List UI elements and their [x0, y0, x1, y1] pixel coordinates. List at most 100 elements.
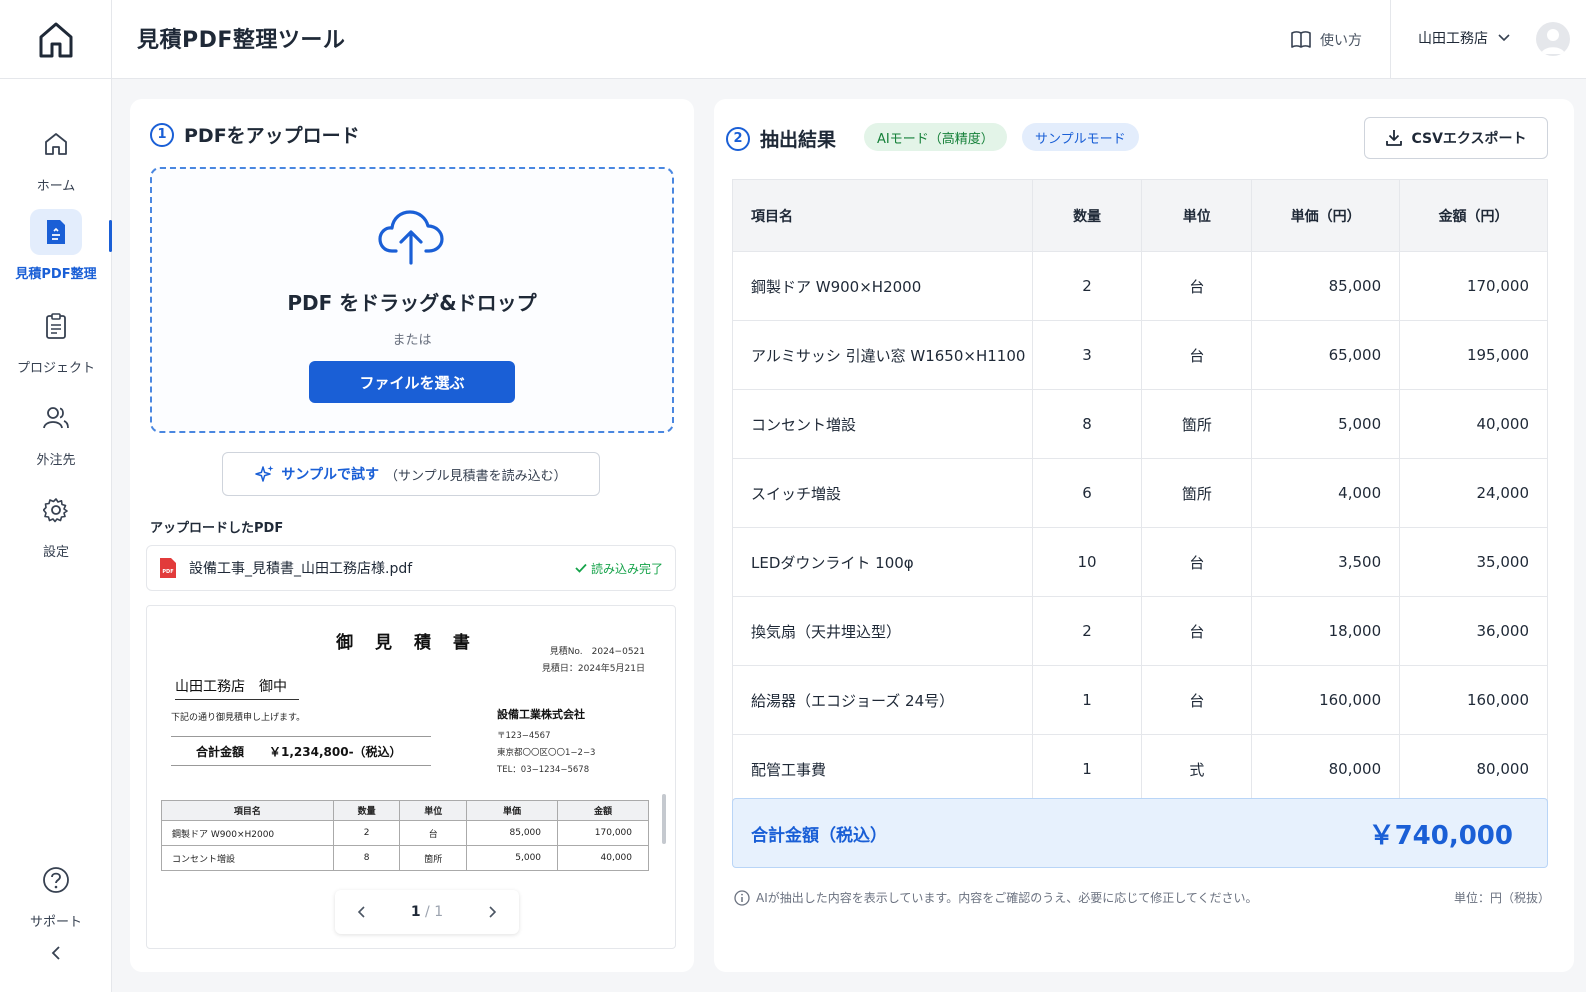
check-icon: [575, 563, 587, 573]
table-row[interactable]: スイッチ増設 6 箇所 4,000 24,000: [732, 458, 1548, 528]
next-page-icon[interactable]: [487, 905, 497, 919]
collapse-sidebar-button[interactable]: [44, 941, 68, 965]
doc-table-row: 鋼製ドア W900×H2000 2 台 85,000 170,000: [161, 820, 649, 846]
sidebar-item-label: プロジェクト: [16, 361, 95, 376]
total-label: 合計金額（税込）: [751, 825, 887, 846]
doc-supplier: 設備工業株式会社: [497, 708, 585, 721]
csv-export-button[interactable]: CSVエクスポート: [1364, 117, 1548, 159]
cell-unit[interactable]: 台: [1141, 596, 1253, 666]
sparkle-icon: [255, 465, 274, 482]
results-section-title: 2 抽出結果: [726, 125, 836, 152]
cell-unit[interactable]: 箇所: [1141, 458, 1253, 528]
sidebar-item-support[interactable]: サポート: [0, 857, 112, 930]
pdf-dropzone[interactable]: PDF をドラッグ&ドロップ または ファイルを選ぶ: [150, 167, 674, 433]
howto-link[interactable]: 使い方: [1290, 26, 1362, 54]
file-status-text: 読み込み完了: [590, 561, 663, 576]
cell-price[interactable]: 160,000: [1251, 665, 1401, 735]
choose-file-button[interactable]: ファイルを選ぶ: [309, 361, 515, 403]
cell-amount[interactable]: 80,000: [1399, 734, 1548, 804]
cell-amount[interactable]: 24,000: [1399, 458, 1548, 528]
logo[interactable]: [0, 0, 112, 79]
cell-amount[interactable]: 40,000: [1399, 389, 1548, 459]
doc-th: 単位: [399, 800, 468, 821]
col-header-amount[interactable]: 金額（円）: [1399, 179, 1548, 252]
cell-name[interactable]: 給湯器（エコジョーズ 24号）: [732, 665, 1033, 735]
cell-amount[interactable]: 195,000: [1399, 320, 1548, 390]
cell-name[interactable]: コンセント増設: [732, 389, 1033, 459]
cell-unit[interactable]: 箇所: [1141, 389, 1253, 459]
cloud-upload-icon: [378, 210, 444, 265]
cell-qty[interactable]: 10: [1031, 527, 1143, 597]
preview-scrollbar[interactable]: [662, 794, 666, 844]
cell-qty[interactable]: 8: [1031, 389, 1143, 459]
cell-qty[interactable]: 2: [1031, 596, 1143, 666]
cell-price[interactable]: 80,000: [1251, 734, 1401, 804]
info-icon: [734, 889, 750, 906]
table-row[interactable]: 換気扇（天井埋込型） 2 台 18,000 36,000: [732, 596, 1548, 666]
sidebar-item-label: ホーム: [36, 179, 76, 194]
cell-amount[interactable]: 170,000: [1399, 251, 1548, 321]
cell-name[interactable]: アルミサッシ 引違い窓 W1650×H1100: [732, 320, 1033, 390]
cell-name[interactable]: 配管工事費: [732, 734, 1033, 804]
cell-unit[interactable]: 台: [1141, 527, 1253, 597]
csv-export-label: CSVエクスポート: [1411, 131, 1527, 147]
cell-qty[interactable]: 1: [1031, 734, 1143, 804]
cell-price[interactable]: 85,000: [1251, 251, 1401, 321]
cell-price[interactable]: 18,000: [1251, 596, 1401, 666]
prev-page-icon[interactable]: [357, 905, 367, 919]
col-header-price[interactable]: 単価（円）: [1251, 179, 1401, 252]
cell-name[interactable]: LEDダウンライト 100φ: [732, 527, 1033, 597]
help-icon: [43, 867, 69, 893]
col-header-qty[interactable]: 数量: [1031, 179, 1143, 252]
cell-qty[interactable]: 3: [1031, 320, 1143, 390]
doc-td: 40,000: [557, 845, 649, 871]
table-row[interactable]: LEDダウンライト 100φ 10 台 3,500 35,000: [732, 527, 1548, 597]
sidebar-item-vendor[interactable]: 外注先: [0, 395, 112, 468]
cell-qty[interactable]: 1: [1031, 665, 1143, 735]
uploaded-file-item[interactable]: PDF 設備工事_見積書_山田工務店様.pdf 読み込み完了: [146, 545, 676, 591]
upload-section-title: 1 PDFをアップロード: [150, 121, 360, 148]
cell-price[interactable]: 4,000: [1251, 458, 1401, 528]
header-divider: [1390, 0, 1391, 79]
file-status: 読み込み完了: [575, 560, 663, 577]
table-row[interactable]: コンセント増設 8 箇所 5,000 40,000: [732, 389, 1548, 459]
cell-name[interactable]: 換気扇（天井埋込型）: [732, 596, 1033, 666]
cell-amount[interactable]: 35,000: [1399, 527, 1548, 597]
pdf-preview[interactable]: 御 見 積 書 見積No. 2024−0521 見積日：2024年5月21日 山…: [146, 605, 676, 949]
col-header-name[interactable]: 項目名: [732, 179, 1033, 252]
sidebar-item-project[interactable]: プロジェクト: [0, 303, 112, 376]
doc-addr-line: 東京都〇〇区〇〇1−2−3: [497, 748, 596, 758]
table-row[interactable]: 給湯器（エコジョーズ 24号） 1 台 160,000 160,000: [732, 665, 1548, 735]
download-icon: [1386, 130, 1403, 146]
cell-name[interactable]: 鋼製ドア W900×H2000: [732, 251, 1033, 321]
company-switcher[interactable]: 山田工務店: [1418, 28, 1510, 48]
doc-address: 〒123−4567 東京都〇〇区〇〇1−2−3 TEL：03−1234−5678: [497, 728, 595, 779]
col-header-unit[interactable]: 単位: [1141, 179, 1253, 252]
cell-unit[interactable]: 台: [1141, 665, 1253, 735]
table-row[interactable]: アルミサッシ 引違い窓 W1650×H1100 3 台 65,000 195,0…: [732, 320, 1548, 390]
sidebar-item-home[interactable]: ホーム: [0, 121, 112, 194]
cell-unit[interactable]: 式: [1141, 734, 1253, 804]
try-sample-button[interactable]: サンプルで試す （サンプル見積書を読み込む）: [222, 452, 600, 496]
cell-unit[interactable]: 台: [1141, 320, 1253, 390]
doc-td: 8: [332, 845, 401, 871]
cell-price[interactable]: 5,000: [1251, 389, 1401, 459]
cell-price[interactable]: 65,000: [1251, 320, 1401, 390]
cell-unit[interactable]: 台: [1141, 251, 1253, 321]
nav-icon-wrap: [30, 303, 82, 349]
table-row[interactable]: 鋼製ドア W900×H2000 2 台 85,000 170,000: [732, 251, 1548, 321]
users-icon: [43, 407, 69, 429]
avatar[interactable]: [1536, 22, 1570, 56]
cell-qty[interactable]: 6: [1031, 458, 1143, 528]
sidebar-item-pdf[interactable]: 見積PDF整理: [0, 209, 112, 282]
table-row[interactable]: 配管工事費 1 式 80,000 80,000: [732, 734, 1548, 804]
sidebar-item-settings[interactable]: 設定: [0, 487, 112, 560]
cell-qty[interactable]: 2: [1031, 251, 1143, 321]
cell-price[interactable]: 3,500: [1251, 527, 1401, 597]
cell-amount[interactable]: 36,000: [1399, 596, 1548, 666]
footnote-text: AIが抽出した内容を表示しています。内容をご確認のうえ、必要に応じて修正してくだ…: [756, 891, 1258, 905]
doc-meta: 見積No. 2024−0521 見積日：2024年5月21日: [542, 644, 645, 678]
company-name: 山田工務店: [1418, 31, 1488, 47]
cell-name[interactable]: スイッチ増設: [732, 458, 1033, 528]
cell-amount[interactable]: 160,000: [1399, 665, 1548, 735]
